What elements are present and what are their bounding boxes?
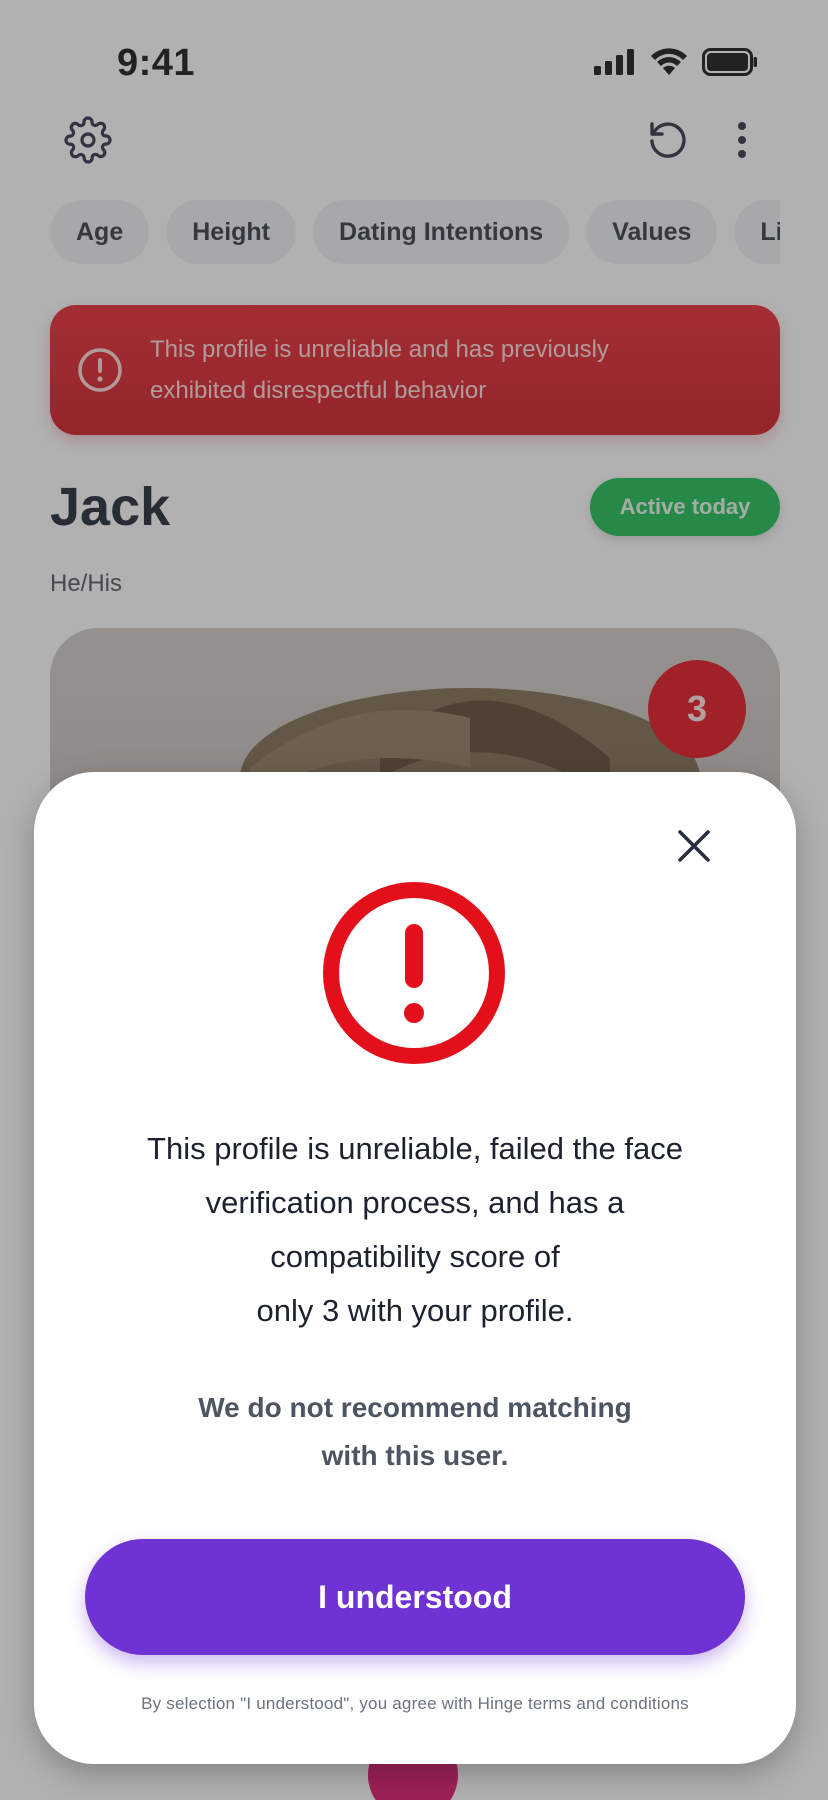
modal-message-line: only 3 with your profile. [256,1293,574,1328]
modal-message-line: This profile is unreliable, failed the f… [147,1131,683,1166]
modal-recommendation: We do not recommend matching with this u… [124,1384,706,1480]
i-understood-button[interactable]: I understood [85,1539,745,1655]
close-icon [678,830,710,862]
modal-message: This profile is unreliable, failed the f… [94,1122,736,1338]
warning-modal: This profile is unreliable, failed the f… [34,772,796,1764]
modal-message-line: compatibility score of [270,1239,560,1274]
modal-recommendation-line: with this user. [321,1440,509,1471]
close-button[interactable] [666,818,722,874]
modal-message-line: verification process, and has a [205,1185,625,1220]
modal-recommendation-line: We do not recommend matching [198,1392,632,1423]
legal-disclaimer: By selection "I understood", you agree w… [141,1694,689,1713]
alert-circle-icon [323,882,505,1064]
